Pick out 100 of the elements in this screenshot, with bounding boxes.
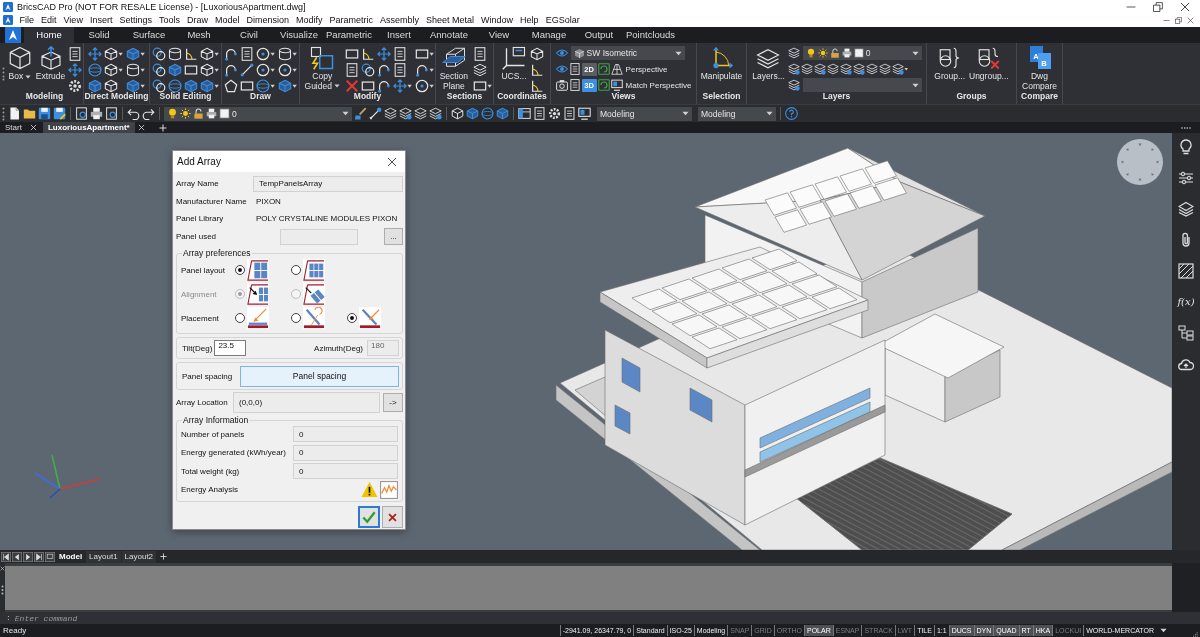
text-field[interactable]: TempPanelsArray (253, 175, 403, 192)
circle-icon[interactable] (256, 63, 276, 77)
document-icon[interactable] (68, 47, 83, 61)
document-icon[interactable] (393, 47, 408, 61)
document-icon[interactable] (533, 107, 546, 120)
bulb-icon[interactable] (805, 48, 816, 58)
arc-icon[interactable] (377, 79, 392, 93)
ribbon-tab[interactable]: Parametric (324, 27, 374, 43)
circle-icon[interactable] (256, 47, 276, 61)
lightbulb-icon[interactable] (1178, 139, 1194, 155)
menu-item[interactable]: Modify (292, 15, 327, 25)
shapes-brace-icon[interactable] (937, 46, 962, 70)
move-arrows-icon[interactable] (68, 63, 83, 77)
eye-icon[interactable] (555, 63, 568, 75)
layout-icon[interactable] (45, 551, 55, 562)
document-tab[interactable]: Start (0, 122, 27, 133)
angle-icon[interactable] (361, 47, 376, 61)
menu-item[interactable]: Tools (155, 15, 184, 25)
layer-dropdown[interactable]: 0 (164, 106, 352, 121)
printer-icon[interactable] (841, 48, 852, 58)
grip-icon[interactable] (1, 585, 4, 595)
shaded-cube-icon[interactable] (199, 79, 220, 93)
ribbon-button[interactable]: UCS... (500, 45, 528, 82)
camera-icon[interactable] (555, 79, 568, 91)
navigation-disc-icon[interactable] (1117, 139, 1163, 185)
ribbon-tab[interactable]: Output (574, 27, 624, 43)
grip-icon[interactable] (2, 66, 5, 81)
document-icon[interactable] (568, 79, 581, 91)
restore-icon[interactable] (1175, 16, 1182, 24)
sphere-icon[interactable] (256, 79, 276, 93)
print-preview-icon[interactable] (105, 107, 118, 120)
ribbon-tab[interactable]: Visualize (274, 27, 324, 43)
redo-icon[interactable] (142, 107, 155, 120)
radio-button[interactable] (235, 313, 245, 323)
layers-icon[interactable] (756, 46, 781, 70)
ribbon-tab[interactable]: Solid (74, 27, 124, 43)
move-arrows-icon[interactable] (377, 47, 392, 61)
menu-item[interactable]: Sheet Metal (422, 15, 478, 25)
arc-icon[interactable] (377, 63, 392, 77)
menu-item[interactable]: View (60, 15, 87, 25)
shaded-cube-icon[interactable] (125, 79, 145, 93)
grip-icon[interactable] (2, 106, 5, 121)
shaded-cube-icon[interactable] (125, 47, 145, 61)
ribbon-tab[interactable]: View (474, 27, 524, 43)
move-arrows-icon[interactable] (88, 47, 103, 61)
undo-icon[interactable] (127, 107, 140, 120)
panel-spacing-button[interactable]: Panel spacing (240, 365, 399, 387)
ribbon-tab[interactable]: Civil (224, 27, 274, 43)
cube-icon[interactable] (529, 47, 544, 61)
layers-icon[interactable] (826, 63, 839, 75)
shaded-cube-icon[interactable] (466, 107, 479, 120)
help-icon[interactable] (785, 107, 798, 120)
cloud-upload-icon[interactable] (1178, 356, 1194, 372)
layout-tab[interactable]: Layout2 (121, 550, 157, 563)
app-logo-icon[interactable] (3, 15, 13, 25)
plus-icon[interactable] (158, 123, 167, 132)
overlapping-circles-icon[interactable] (151, 47, 166, 61)
printer-icon[interactable] (90, 107, 103, 120)
overlapping-circles-icon[interactable] (151, 79, 166, 93)
layers-icon[interactable] (865, 63, 878, 75)
rectangle-icon[interactable] (183, 63, 198, 77)
menu-item[interactable]: Model (211, 15, 243, 25)
document-icon[interactable] (240, 47, 255, 61)
sphere-icon[interactable] (88, 63, 103, 77)
arc-icon[interactable] (224, 47, 239, 61)
text-field[interactable]: 0 (293, 426, 398, 443)
rectangle-icon[interactable] (345, 47, 360, 61)
section-plane-icon[interactable] (441, 46, 466, 70)
sun-icon[interactable] (817, 48, 828, 58)
ribbon-button[interactable]: Box (6, 45, 33, 82)
hatch-icon[interactable] (1178, 263, 1194, 279)
ribbon-option[interactable]: Perspective (625, 64, 668, 74)
menu-item[interactable]: Draw (183, 15, 212, 25)
dropdown[interactable]: Modeling (698, 106, 776, 121)
tree-icon[interactable] (1178, 325, 1194, 341)
shaded-cube-icon[interactable] (277, 79, 297, 93)
layer-dropdown[interactable]: 0 (802, 46, 922, 60)
overlapping-circles-icon[interactable] (361, 63, 376, 77)
cube-up-arrow-icon[interactable] (38, 46, 63, 70)
ribbon-tab[interactable]: Surface (124, 27, 174, 43)
triangle-right-icon[interactable] (23, 551, 33, 562)
skip-end-icon[interactable] (34, 551, 44, 562)
sliders-icon[interactable] (1178, 170, 1194, 186)
text-field[interactable]: (0,0,0) (233, 392, 380, 413)
layers-dot-icon[interactable] (787, 63, 800, 75)
ribbon-button[interactable]: Copy Guided (301, 45, 344, 91)
ribbon-button[interactable]: Layers... (751, 45, 786, 82)
angle-icon[interactable] (529, 79, 544, 93)
refresh-square-icon[interactable] (597, 79, 610, 91)
cylinder-icon[interactable] (125, 63, 145, 77)
cube-icon[interactable] (199, 47, 220, 61)
layers-icon[interactable] (878, 63, 891, 75)
close-icon[interactable] (1180, 1, 1190, 12)
angle-icon[interactable] (529, 63, 544, 77)
layers-icon[interactable] (787, 47, 800, 59)
shaded-cube-icon[interactable] (88, 79, 103, 93)
plus-icon[interactable] (160, 553, 168, 560)
layers-icon[interactable] (472, 63, 487, 77)
text-field[interactable]: 0 (293, 463, 398, 480)
radio-button[interactable] (235, 265, 245, 275)
